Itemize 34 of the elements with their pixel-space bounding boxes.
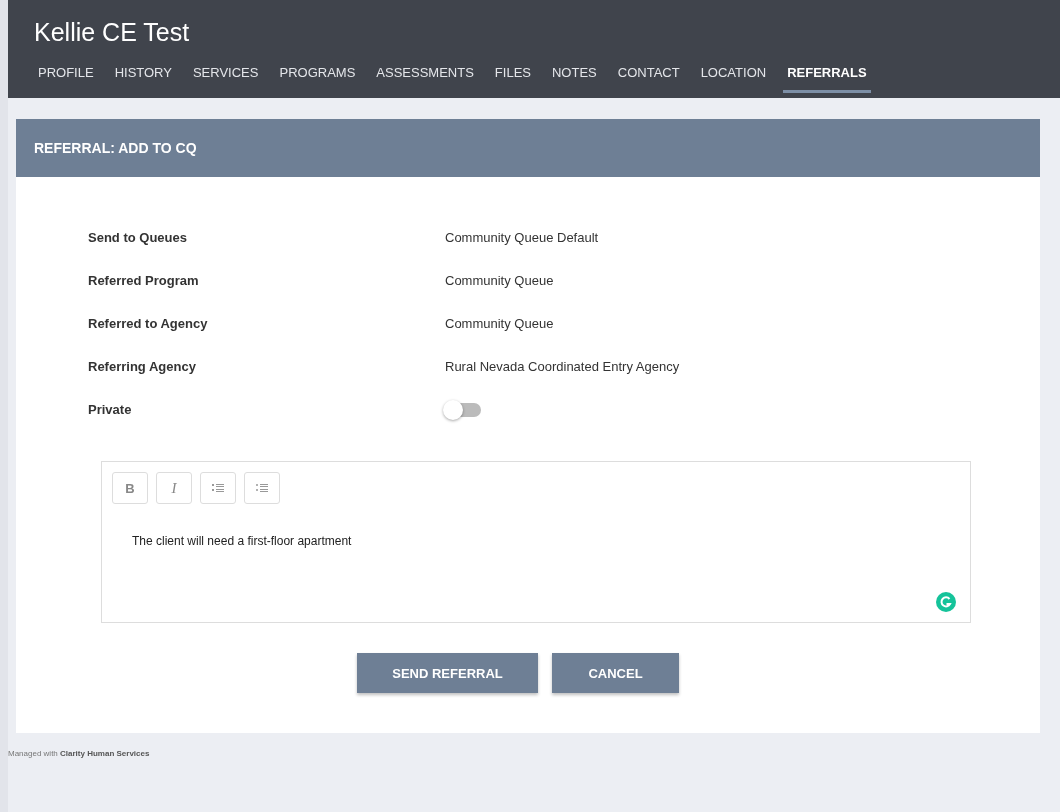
field-label: Send to Queues	[88, 230, 188, 245]
nav-tab[interactable]: HISTORY	[110, 58, 176, 93]
nav-tab[interactable]: LOCATION	[696, 58, 771, 93]
field-value: Community Queue	[445, 273, 554, 288]
field-label: Referred Program	[88, 273, 200, 288]
bullet-list-button[interactable]	[244, 472, 280, 504]
nav-tab[interactable]: ASSESSMENTS	[372, 58, 478, 93]
field-value: Community Queue Default	[445, 230, 599, 245]
editor-text: The client will need a first-floor apartment	[131, 533, 353, 548]
field-value: Community Queue	[445, 316, 554, 331]
nav-tab[interactable]: FILES	[490, 58, 535, 93]
action-button[interactable]: CANCEL	[552, 653, 679, 693]
footer-text: Managed with Clarity Human Services	[8, 749, 151, 758]
field-label: Referred to Agency	[88, 316, 209, 331]
italic-button[interactable]: I	[156, 472, 192, 504]
nav-tab[interactable]: PROGRAMS	[275, 58, 360, 93]
numbered-list-icon	[212, 483, 224, 493]
grammar-icon[interactable]	[936, 592, 956, 612]
field-label: Private	[88, 402, 133, 417]
nav-tab[interactable]: REFERRALS	[783, 58, 871, 93]
numbered-list-button[interactable]	[200, 472, 236, 504]
nav-tab[interactable]: PROFILE	[34, 58, 98, 93]
client-title: Kellie CE Test	[34, 17, 191, 48]
bold-button[interactable]: B	[112, 472, 148, 504]
field-label: Referring Agency	[88, 359, 197, 374]
notes-editor[interactable]: B I The client will need a first-floor apartment	[101, 461, 971, 623]
toggle-switch[interactable]	[445, 402, 481, 417]
bullet-list-icon	[256, 483, 268, 493]
field-value: Rural Nevada Coordinated Entry Agency	[445, 359, 680, 374]
card-title: REFERRAL: ADD TO CQ	[34, 140, 197, 156]
nav-tab[interactable]: NOTES	[547, 58, 601, 93]
nav-tab[interactable]: CONTACT	[613, 58, 684, 93]
action-button[interactable]: SEND REFERRAL	[357, 653, 538, 693]
nav-tab[interactable]: SERVICES	[188, 58, 263, 93]
